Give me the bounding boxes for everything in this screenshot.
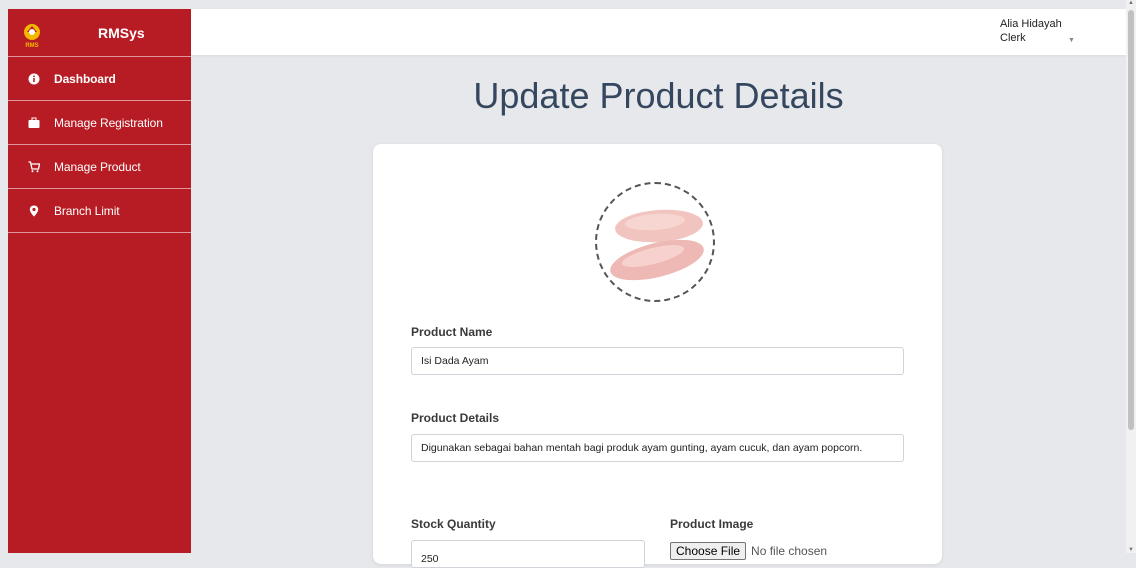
stock-quantity-label: Stock Quantity bbox=[411, 517, 496, 531]
product-name-label: Product Name bbox=[411, 325, 493, 339]
product-details-input[interactable]: Digunakan sebagai bahan mentah bagi prod… bbox=[411, 434, 904, 462]
product-details-label: Product Details bbox=[411, 411, 500, 425]
chicken-breast-image bbox=[610, 209, 704, 281]
choose-file-button[interactable]: Choose File bbox=[670, 542, 747, 560]
user-menu[interactable]: Alia Hidayah Clerk ▼ bbox=[1000, 17, 1075, 45]
product-name-input[interactable]: Isi Dada Ayam bbox=[411, 347, 904, 375]
page-scrollbar[interactable]: ▲ ▼ bbox=[1126, 0, 1136, 553]
scroll-down-icon[interactable]: ▼ bbox=[1127, 547, 1135, 553]
sidebar-item-manage-product[interactable]: Manage Product bbox=[8, 144, 191, 188]
topbar: Alia Hidayah Clerk ▼ bbox=[191, 9, 1126, 55]
product-image-preview bbox=[595, 182, 715, 302]
sidebar-item-label: Branch Limit bbox=[54, 203, 120, 218]
sidebar-item-manage-registration[interactable]: Manage Registration bbox=[8, 100, 191, 144]
brand-name: RMSys bbox=[98, 24, 145, 41]
rms-logo: RMS bbox=[24, 24, 40, 49]
scroll-thumb[interactable] bbox=[1128, 10, 1134, 430]
scroll-up-icon[interactable]: ▲ bbox=[1127, 0, 1135, 6]
sidebar-item-label: Dashboard bbox=[54, 71, 116, 86]
chevron-down-icon: ▼ bbox=[1068, 37, 1075, 44]
briefcase-icon bbox=[28, 117, 40, 128]
product-image-label: Product Image bbox=[670, 517, 754, 531]
user-role: Clerk bbox=[1000, 32, 1026, 44]
info-circle-icon bbox=[28, 73, 40, 84]
sidebar-item-branch-limit[interactable]: Branch Limit bbox=[8, 188, 191, 233]
stock-quantity-value: 250 bbox=[421, 553, 439, 565]
cart-icon bbox=[28, 160, 40, 172]
sidebar-item-label: Manage Registration bbox=[54, 115, 163, 130]
map-pin-icon bbox=[29, 205, 39, 216]
logo-text: RMS bbox=[25, 43, 38, 49]
brand[interactable]: RMS RMSys bbox=[8, 9, 191, 56]
sidebar-item-label: Manage Product bbox=[54, 159, 141, 174]
sidebar: RMS RMSys Dashboard Manage Registration … bbox=[8, 9, 191, 553]
page-title: Update Product Details bbox=[473, 75, 844, 116]
sidebar-item-dashboard[interactable]: Dashboard bbox=[8, 56, 191, 100]
product-name-value: Isi Dada Ayam bbox=[421, 355, 489, 367]
user-name: Alia Hidayah bbox=[1000, 18, 1062, 30]
product-image-file-input[interactable]: Choose File No file chosen bbox=[670, 542, 827, 560]
stock-quantity-input[interactable]: 250 bbox=[411, 540, 645, 568]
product-details-value: Digunakan sebagai bahan mentah bagi prod… bbox=[421, 442, 863, 454]
product-form-card: Product Name Isi Dada Ayam Product Detai… bbox=[373, 144, 942, 568]
file-status: No file chosen bbox=[751, 544, 828, 558]
